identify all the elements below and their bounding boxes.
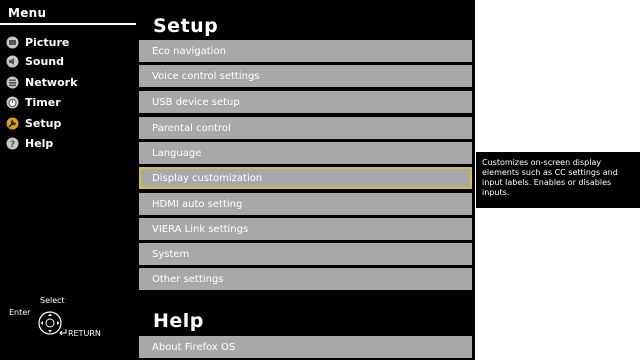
setup-item-eco-navigation[interactable]: Eco navigation: [139, 40, 472, 62]
description-panel: Customizes on-screen display elements su…: [476, 152, 640, 208]
help-icon: ?: [6, 137, 19, 150]
svg-text:?: ?: [10, 140, 15, 150]
menu-item-timer[interactable]: Timer: [6, 93, 61, 111]
setup-item-hdmi-auto-setting[interactable]: HDMI auto setting: [139, 193, 472, 215]
setup-item-parental-control[interactable]: Parental control: [139, 117, 472, 139]
timer-icon: [6, 96, 19, 109]
menu-item-setup[interactable]: Setup: [6, 114, 61, 132]
setup-item-usb-device-setup[interactable]: USB device setup: [139, 91, 472, 113]
setup-item-system[interactable]: System: [139, 243, 472, 265]
menu-item-help[interactable]: ? Help: [6, 134, 53, 152]
menu-item-label: Timer: [25, 95, 61, 109]
setup-item-other-settings[interactable]: Other settings: [139, 268, 472, 290]
menu-item-label: Help: [25, 136, 54, 150]
return-hint: RETURN: [68, 329, 101, 338]
menu-item-sound[interactable]: Sound: [6, 52, 64, 70]
network-icon: [6, 76, 19, 89]
menu-item-picture[interactable]: Picture: [6, 33, 69, 51]
help-title: Help: [153, 310, 204, 332]
help-item-about-firefox-os[interactable]: About Firefox OS: [139, 336, 472, 358]
setup-icon: [6, 117, 19, 130]
setup-item-viera-link-settings[interactable]: VIERA Link settings: [139, 218, 472, 240]
select-hint: Select: [40, 296, 65, 305]
return-icon: [58, 328, 68, 338]
sound-icon: [6, 55, 19, 68]
menu-item-label: Sound: [25, 54, 65, 68]
menu-item-network[interactable]: Network: [6, 73, 77, 91]
menu-item-label: Picture: [25, 35, 70, 49]
enter-hint: Enter: [9, 308, 31, 317]
menu-item-label: Setup: [25, 116, 62, 130]
menu-title: Menu: [8, 6, 47, 20]
setup-item-display-customization[interactable]: Display customization: [139, 167, 472, 189]
setup-item-language[interactable]: Language: [139, 142, 472, 164]
menu-divider: [0, 23, 136, 25]
setup-title: Setup: [153, 15, 219, 37]
picture-icon: [6, 36, 19, 49]
description-text: Customizes on-screen display elements su…: [482, 158, 618, 197]
menu-sidebar: Menu Picture Sound Network Timer Setup ?: [0, 0, 138, 360]
menu-item-label: Network: [25, 75, 78, 89]
setup-item-voice-control-settings[interactable]: Voice control settings: [139, 65, 472, 87]
